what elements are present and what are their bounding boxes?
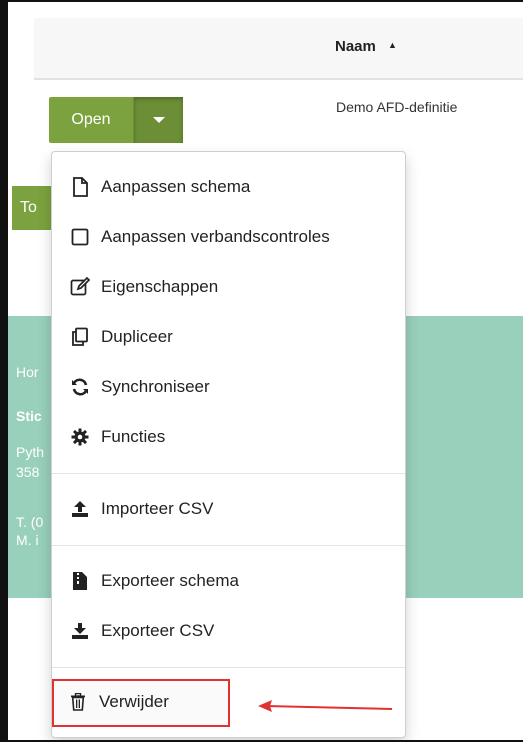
menu-item-label: Dupliceer — [101, 327, 173, 346]
file-icon — [69, 176, 91, 198]
menu-item-label: Exporteer CSV — [101, 621, 215, 640]
menu-item-eigenschappen[interactable]: Eigenschappen — [52, 267, 405, 307]
menu-divider — [52, 473, 405, 474]
zip-file-icon — [69, 570, 91, 592]
footer-text-line: T. (0 — [16, 514, 44, 530]
menu-item-label: Importeer CSV — [101, 499, 214, 518]
footer-text-line: 358 — [16, 464, 40, 480]
screenshot-border-left — [0, 0, 8, 742]
menu-item-label: Synchroniseer — [101, 377, 210, 396]
sync-icon — [69, 376, 91, 398]
sort-ascending-icon: ▲ — [388, 40, 397, 50]
menu-item-functies[interactable]: Functies — [52, 417, 405, 457]
menu-item-label: Aanpassen schema — [101, 177, 251, 196]
copy-icon — [69, 326, 91, 348]
menu-item-aanpassen-schema[interactable]: Aanpassen schema — [52, 167, 405, 207]
menu-item-exporteer-csv[interactable]: Exporteer CSV — [52, 611, 405, 651]
menu-item-label: Eigenschappen — [101, 277, 219, 296]
table-header: Naam ▲ — [34, 18, 523, 80]
menu-item-label: Functies — [101, 427, 166, 446]
open-button[interactable]: Open — [49, 97, 134, 143]
menu-item-synchroniseer[interactable]: Synchroniseer — [52, 367, 405, 407]
menu-item-label: Aanpassen verbandscontroles — [101, 227, 330, 246]
upload-icon — [69, 498, 91, 520]
column-header-name-label: Naam — [335, 38, 376, 55]
dropdown-toggle-button[interactable] — [134, 97, 183, 143]
menu-item-verwijder[interactable]: Verwijder — [52, 682, 228, 722]
footer-text-line: M. i — [16, 532, 39, 548]
table-cell-name: Demo AFD-definitie — [336, 99, 458, 115]
footer-text-line: Hor — [16, 364, 39, 380]
menu-item-importeer-csv[interactable]: Importeer CSV — [52, 489, 405, 529]
annotation-arrow-icon — [256, 697, 396, 722]
screenshot-border-top — [0, 0, 523, 2]
footer-text-line: Pyth — [16, 444, 45, 460]
column-header-name[interactable]: Naam ▲ — [335, 38, 397, 55]
menu-divider — [52, 545, 405, 546]
edit-icon — [69, 276, 91, 298]
menu-item-label: Exporteer schema — [101, 571, 239, 590]
menu-item-dupliceer[interactable]: Dupliceer — [52, 317, 405, 357]
footer-text-line: Stic — [16, 408, 42, 424]
square-icon — [69, 226, 91, 248]
trash-icon — [67, 691, 89, 713]
menu-divider — [52, 667, 405, 668]
gear-icon — [69, 426, 91, 448]
actions-dropdown-menu: Aanpassen schema Aanpassen verbandscontr… — [51, 151, 406, 738]
menu-item-exporteer-schema[interactable]: Exporteer schema — [52, 561, 405, 601]
open-button-group: Open — [49, 97, 183, 143]
menu-item-label: Verwijder — [99, 692, 169, 711]
menu-item-aanpassen-verbandscontroles[interactable]: Aanpassen verbandscontroles — [52, 217, 405, 257]
caret-down-icon — [152, 117, 165, 123]
download-icon — [69, 620, 91, 642]
